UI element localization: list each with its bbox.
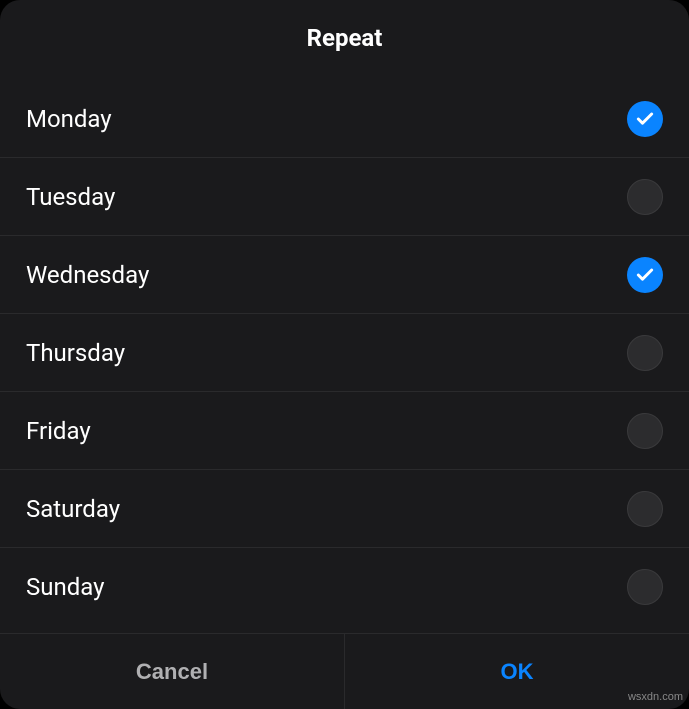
checkmark-icon[interactable] [627, 101, 663, 137]
day-row-wednesday[interactable]: Wednesday [0, 236, 689, 314]
day-row-friday[interactable]: Friday [0, 392, 689, 470]
dialog-title: Repeat [0, 24, 689, 52]
day-row-monday[interactable]: Monday [0, 80, 689, 158]
dialog-header: Repeat [0, 0, 689, 80]
watermark-text: wsxdn.com [628, 691, 683, 703]
unchecked-circle-icon[interactable] [627, 413, 663, 449]
repeat-dialog: Repeat Monday Tuesday Wednesday Thursday… [0, 0, 689, 709]
day-row-tuesday[interactable]: Tuesday [0, 158, 689, 236]
day-label: Sunday [26, 573, 105, 601]
unchecked-circle-icon[interactable] [627, 491, 663, 527]
day-label: Wednesday [26, 261, 149, 289]
cancel-button[interactable]: Cancel [0, 634, 345, 709]
day-label: Thursday [26, 339, 125, 367]
day-label: Tuesday [26, 183, 115, 211]
day-row-thursday[interactable]: Thursday [0, 314, 689, 392]
checkmark-icon[interactable] [627, 257, 663, 293]
day-row-saturday[interactable]: Saturday [0, 470, 689, 548]
day-label: Monday [26, 105, 112, 133]
unchecked-circle-icon[interactable] [627, 335, 663, 371]
day-label: Saturday [26, 495, 120, 523]
unchecked-circle-icon[interactable] [627, 179, 663, 215]
day-row-sunday[interactable]: Sunday [0, 548, 689, 626]
day-label: Friday [26, 417, 91, 445]
day-list: Monday Tuesday Wednesday Thursday Friday… [0, 80, 689, 633]
dialog-footer: Cancel OK [0, 633, 689, 709]
unchecked-circle-icon[interactable] [627, 569, 663, 605]
